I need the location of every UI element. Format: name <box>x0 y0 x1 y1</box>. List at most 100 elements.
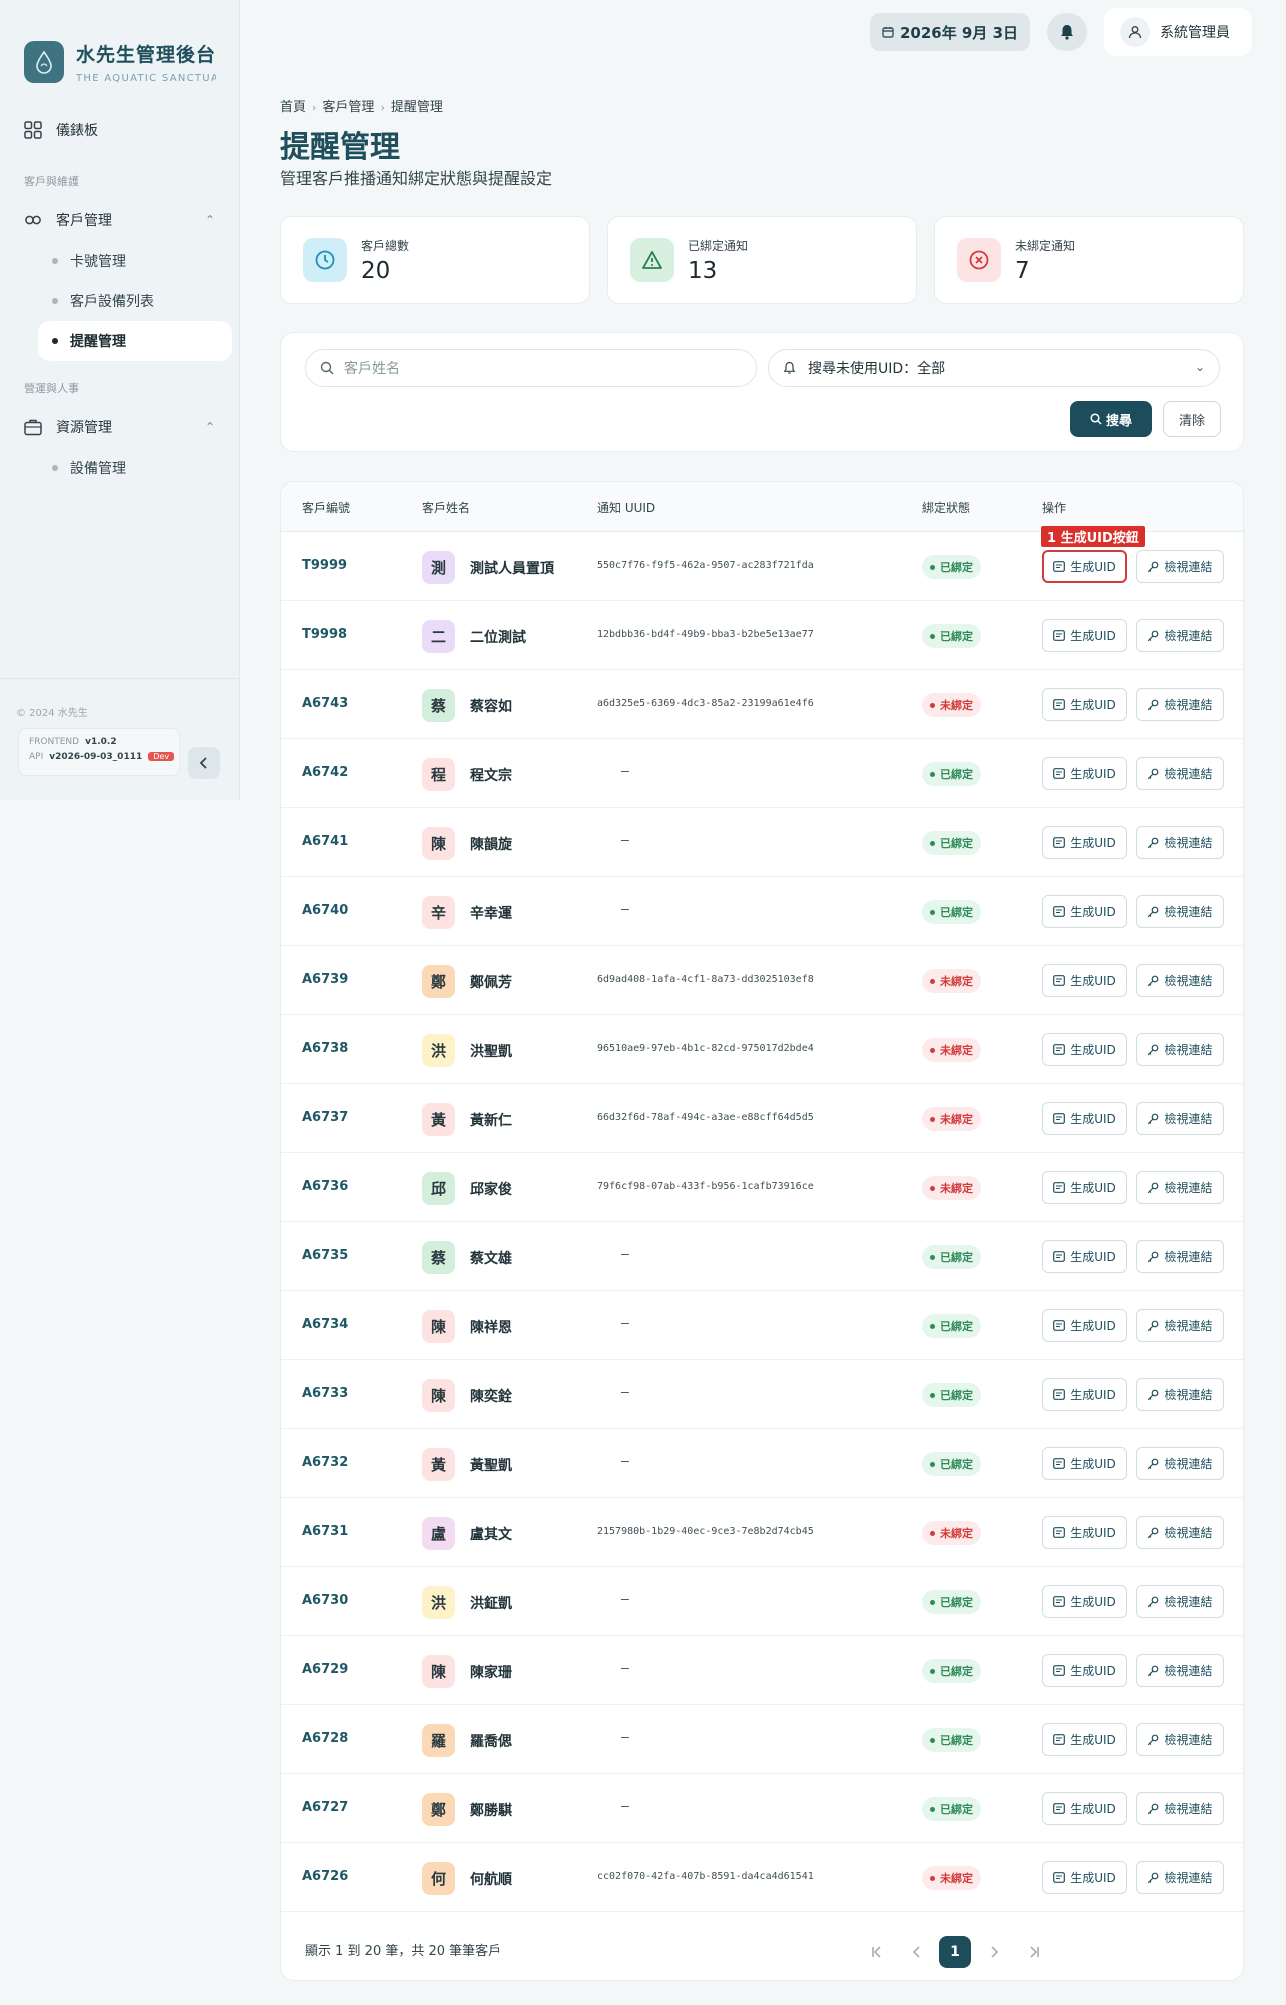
id-card-icon <box>1053 1182 1066 1193</box>
customer-id[interactable]: A6729 <box>302 1662 348 1677</box>
collapse-sidebar-button[interactable] <box>188 747 220 779</box>
customer-id[interactable]: A6734 <box>302 1317 348 1332</box>
view-link-label: 檢視連結 <box>1164 836 1213 850</box>
generate-uid-button[interactable]: 生成UID <box>1042 1171 1127 1204</box>
generate-uid-button[interactable]: 生成UID <box>1042 619 1127 652</box>
generate-uid-button[interactable]: 生成UID <box>1042 1033 1127 1066</box>
nav-dashboard[interactable]: 儀錶板 <box>24 120 98 140</box>
sidebar-item-card-number[interactable]: 卡號管理 <box>38 241 232 281</box>
prev-page-button[interactable] <box>901 1936 933 1968</box>
generate-uid-button[interactable]: 生成UID <box>1042 1723 1127 1756</box>
view-link-button[interactable]: 檢視連結 <box>1136 1102 1224 1135</box>
view-link-button[interactable]: 檢視連結 <box>1136 1378 1224 1411</box>
chevron-up-icon[interactable]: ⌃ <box>205 420 215 434</box>
view-link-button[interactable]: 檢視連結 <box>1136 1033 1224 1066</box>
sidebar-item-customer-devices[interactable]: 客戶設備列表 <box>38 281 232 321</box>
table-row: A6733 陳陳奕銓 — 已綁定 生成UID 檢視連結 <box>281 1360 1243 1429</box>
table-row: A6728 羅羅喬偲 — 已綁定 生成UID 檢視連結 <box>281 1705 1243 1774</box>
generate-uid-button[interactable]: 生成UID <box>1042 688 1127 721</box>
customer-id[interactable]: A6735 <box>302 1248 348 1263</box>
view-link-button[interactable]: 檢視連結 <box>1136 550 1224 583</box>
view-link-button[interactable]: 檢視連結 <box>1136 1516 1224 1549</box>
generate-uid-button[interactable]: 生成UID <box>1042 826 1127 859</box>
stat-card-bound: 已綁定通知 13 <box>607 216 917 304</box>
customer-id[interactable]: A6730 <box>302 1593 348 1608</box>
customer-id[interactable]: A6737 <box>302 1110 348 1125</box>
customer-id[interactable]: A6731 <box>302 1524 348 1539</box>
customer-id[interactable]: A6743 <box>302 696 348 711</box>
select-value: 搜尋未使用UID：全部 <box>808 361 946 377</box>
generate-uid-button[interactable]: 生成UID <box>1042 895 1127 928</box>
key-icon <box>1148 975 1159 986</box>
customer-id[interactable]: A6741 <box>302 834 348 849</box>
date-chip[interactable]: 2026年 9月 3日 <box>870 13 1030 51</box>
generate-uid-button[interactable]: 生成UID <box>1042 1516 1127 1549</box>
view-link-button[interactable]: 檢視連結 <box>1136 619 1224 652</box>
breadcrumb-item[interactable]: 客戶管理 <box>322 100 374 115</box>
customer-id[interactable]: A6733 <box>302 1386 348 1401</box>
view-link-button[interactable]: 檢視連結 <box>1136 1654 1224 1687</box>
generate-uid-label: 生成UID <box>1070 1043 1116 1057</box>
generate-uid-button[interactable]: 生成UID <box>1042 1240 1127 1273</box>
clear-button[interactable]: 清除 <box>1163 401 1221 437</box>
chevron-up-icon[interactable]: ⌃ <box>205 213 215 227</box>
view-link-button[interactable]: 檢視連結 <box>1136 964 1224 997</box>
generate-uid-button[interactable]: 生成UID <box>1042 1585 1127 1618</box>
view-link-button[interactable]: 檢視連結 <box>1136 1447 1224 1480</box>
status-label: 未綁定 <box>940 1044 973 1057</box>
next-page-button[interactable] <box>978 1936 1010 1968</box>
id-card-icon <box>1053 1389 1066 1400</box>
generate-uid-button[interactable]: 生成UID <box>1042 1654 1127 1687</box>
generate-uid-button[interactable]: 生成UID <box>1042 1102 1127 1135</box>
page-button-current[interactable]: 1 <box>939 1936 971 1968</box>
key-icon <box>1148 1734 1159 1745</box>
view-link-button[interactable]: 檢視連結 <box>1136 1861 1224 1894</box>
customer-id[interactable]: A6727 <box>302 1800 348 1815</box>
view-link-button[interactable]: 檢視連結 <box>1136 688 1224 721</box>
view-link-button[interactable]: 檢視連結 <box>1136 826 1224 859</box>
user-name: 系統管理員 <box>1160 25 1230 41</box>
customer-id[interactable]: A6740 <box>302 903 348 918</box>
generate-uid-button[interactable]: 生成UID <box>1042 964 1127 997</box>
view-link-button[interactable]: 檢視連結 <box>1136 895 1224 928</box>
sidebar-item-reminder-mgmt[interactable]: 提醒管理 <box>38 321 232 361</box>
customer-id[interactable]: A6742 <box>302 765 348 780</box>
view-link-button[interactable]: 檢視連結 <box>1136 1792 1224 1825</box>
customer-id[interactable]: A6726 <box>302 1869 348 1884</box>
unused-uid-select[interactable]: 搜尋未使用UID：全部 ⌄ <box>768 349 1220 387</box>
generate-uid-button[interactable]: 生成UID <box>1042 1792 1127 1825</box>
customer-name-search[interactable]: 客戶姓名 <box>305 349 757 387</box>
nav-resource-mgmt[interactable]: 資源管理 <box>24 417 112 437</box>
customer-id[interactable]: A6728 <box>302 1731 348 1746</box>
customer-id[interactable]: A6738 <box>302 1041 348 1056</box>
customer-id[interactable]: A6732 <box>302 1455 348 1470</box>
brand[interactable]: 水先生管理後台 THE AQUATIC SANCTUARY <box>24 40 216 84</box>
customer-id[interactable]: A6739 <box>302 972 348 987</box>
generate-uid-button[interactable]: 生成UID <box>1042 1309 1127 1342</box>
generate-uid-button[interactable]: 生成UID <box>1042 1378 1127 1411</box>
nav-customer-mgmt[interactable]: 客戶管理 <box>24 210 112 230</box>
view-link-button[interactable]: 檢視連結 <box>1136 757 1224 790</box>
view-link-button[interactable]: 檢視連結 <box>1136 1240 1224 1273</box>
first-page-button[interactable] <box>861 1936 893 1968</box>
sidebar-item-device-mgmt[interactable]: 設備管理 <box>38 448 232 488</box>
customer-id[interactable]: T9999 <box>302 558 347 573</box>
user-menu[interactable]: 系統管理員 <box>1104 8 1252 56</box>
status-badge: 未綁定 <box>922 1038 981 1062</box>
generate-uid-label: 生成UID <box>1070 767 1116 781</box>
view-link-button[interactable]: 檢視連結 <box>1136 1309 1224 1342</box>
customer-id[interactable]: A6736 <box>302 1179 348 1194</box>
search-button[interactable]: 搜尋 <box>1070 401 1152 437</box>
view-link-button[interactable]: 檢視連結 <box>1136 1723 1224 1756</box>
generate-uid-button[interactable]: 生成UID <box>1042 757 1127 790</box>
view-link-button[interactable]: 檢視連結 <box>1136 1171 1224 1204</box>
notifications-button[interactable] <box>1047 13 1087 51</box>
generate-uid-button[interactable]: 生成UID <box>1042 1861 1127 1894</box>
view-link-button[interactable]: 檢視連結 <box>1136 1585 1224 1618</box>
last-page-button[interactable] <box>1018 1936 1050 1968</box>
generate-uid-button[interactable]: 生成UID <box>1042 550 1127 583</box>
breadcrumb-item[interactable]: 首頁 <box>280 100 306 115</box>
generate-uid-button[interactable]: 生成UID <box>1042 1447 1127 1480</box>
view-link-label: 檢視連結 <box>1164 560 1213 574</box>
customer-id[interactable]: T9998 <box>302 627 347 642</box>
